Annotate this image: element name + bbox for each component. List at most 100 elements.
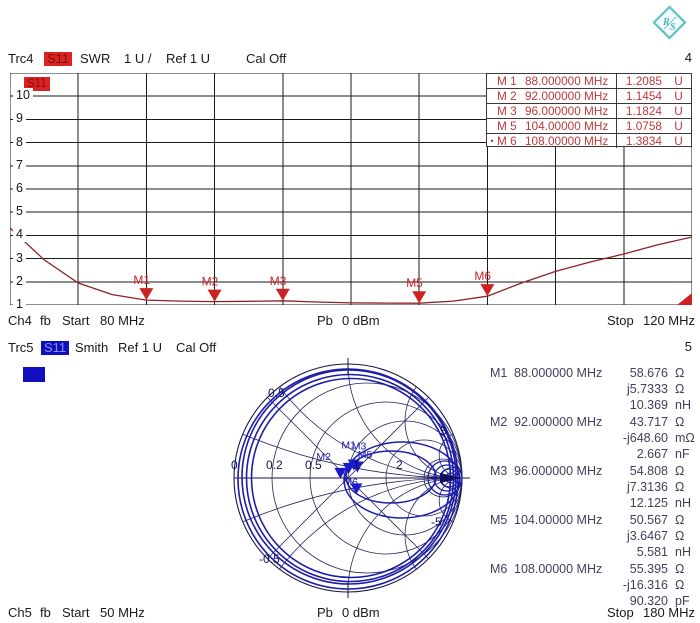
swr-ytick-label: 4 [13,227,26,243]
swr-start-label[interactable]: Start [62,313,89,328]
swr-marker-M5[interactable] [412,291,427,304]
swr-ytick-label: 8 [13,134,26,150]
swr-channel-label[interactable]: Ch4 [8,313,32,328]
marker-unit: Ω [675,578,685,592]
smith-power-value[interactable]: 0 dBm [342,605,380,620]
marker-freq: 92.000000 MHz [525,89,609,103]
rs-logo: R S [650,3,690,43]
marker-unit: U [674,104,683,118]
swr-ytick-label: 10 [13,88,33,104]
marker-value: j7.3136 [626,480,668,494]
svg-text:S: S [670,22,676,33]
marker-value: j5.7333 [626,382,668,396]
marker-freq: 96.000000 MHz [514,464,603,478]
smith-window-number: 5 [684,339,692,354]
swr-stop-value[interactable]: 120 MHz [643,313,695,328]
table-row: M 2 92.000000 MHz 1.1454 U [487,89,691,104]
vna-screen: R S Trc4 S11 SWR 1 U / Ref 1 U Cal Off 4… [0,0,700,623]
smith-axis-label-1: 1 [353,458,360,472]
smith-reactance-label-tr: 5 [440,424,447,438]
swr-trace-name[interactable]: Trc4 [8,51,34,66]
marker-readout-m1: M1 88.000000 MHz 58.676 Ω j5.7333 Ω 10.369 nH [490,365,698,413]
smith-axis-label-0: 0 [231,458,238,472]
marker-value: j3.6467 [626,529,668,543]
smith-start-value[interactable]: 50 MHz [100,605,145,620]
smith-cal-label: Cal Off [176,340,217,355]
swr-marker-label-M2: M2 [202,275,219,289]
marker-unit: U [674,89,683,103]
smith-channel-label[interactable]: Ch5 [8,605,32,620]
swr-ytick-label: 1 [13,297,26,312]
smith-axis-label-0p5: 0.5 [305,458,322,472]
marker-value: 12.125 [629,496,668,510]
table-row: M 3 96.000000 MHz 1.1824 U [487,104,691,119]
smith-stop-value[interactable]: 180 MHz [643,605,695,620]
swr-ytick-label: 5 [13,204,26,220]
smith-trace-color-badge[interactable] [23,367,45,382]
marker-readout-m2: M2 92.000000 MHz 43.717 Ω -j648.60 mΩ 2.667 n… [490,414,698,462]
marker-value: 10.369 [629,398,668,412]
swr-stop-label[interactable]: Stop [607,313,634,328]
swr-marker-M3[interactable] [275,288,290,301]
smith-stop-label[interactable]: Stop [607,605,634,620]
marker-unit: U [674,74,683,88]
swr-format-label[interactable]: SWR [80,51,110,66]
marker-value: 43.717 [629,415,668,429]
swr-pb-label[interactable]: Pb [317,313,333,328]
swr-window-number: 4 [684,50,692,65]
swr-start-value[interactable]: 80 MHz [100,313,145,328]
smith-sparam-badge[interactable]: S11 [41,341,70,355]
marker-value: 1.1824 [616,104,666,118]
marker-name: M1 [490,366,508,380]
marker-freq: 104.00000 MHz [514,513,603,527]
rs-logo-graphic: R S [652,5,687,40]
marker-unit: Ω [675,562,685,576]
swr-marker-label-M1: M1 [133,273,150,287]
marker-unit: U [674,134,683,148]
marker-unit: Ω [675,464,685,478]
swr-marker-M1[interactable] [139,288,154,301]
marker-value: 50.567 [629,513,668,527]
marker-readout-m5: M5 104.00000 MHz 50.567 Ω j3.6467 Ω 5.581 nH [490,512,698,560]
smith-plot-area: M1M2M3M5M6 [233,358,470,598]
marker-value: 55.395 [629,562,668,576]
marker-name: M 3 [497,104,517,118]
swr-power-value[interactable]: 0 dBm [342,313,380,328]
marker-freq: 96.000000 MHz [525,104,609,118]
smith-axis-label-0p2: 0.2 [266,458,283,472]
table-row: • M 6 108.00000 MHz 1.3834 U [487,134,691,148]
smith-start-label[interactable]: Start [62,605,89,620]
smith-reactance-label-bl: -0.5 [259,552,280,566]
marker-value: 1.2085 [616,74,666,88]
marker-value: 1.0758 [616,119,666,133]
smith-fb-label: fb [40,605,51,620]
marker-active-bullet: • [490,136,494,146]
swr-ref-label[interactable]: Ref 1 U [166,51,210,66]
marker-name: M 6 [497,134,517,148]
smith-pb-label[interactable]: Pb [317,605,333,620]
swr-marker-label-M6: M6 [474,269,491,283]
smith-reactance-label-tl: 0.5 [268,386,285,400]
smith-ref-label[interactable]: Ref 1 U [118,340,162,355]
marker-name: M5 [490,513,508,527]
swr-ytick-label: 7 [13,157,26,173]
marker-unit: nH [675,545,691,559]
marker-freq: 104.00000 MHz [525,119,609,133]
marker-value: 54.808 [629,464,668,478]
swr-marker-label-M5: M5 [406,276,423,290]
smith-format-label[interactable]: Smith [75,340,108,355]
swr-ytick-label: 3 [13,250,26,266]
marker-unit: nH [675,398,691,412]
smith-reactance-label-br: -5 [431,515,442,529]
marker-value: 58.676 [629,366,668,380]
marker-value: 1.3834 [616,134,666,148]
table-row: M 5 104.00000 MHz 1.0758 U [487,119,691,134]
swr-marker-M2[interactable] [207,289,222,302]
marker-name: M 1 [497,74,517,88]
swr-sparam-badge[interactable]: S11 [44,52,73,66]
smith-trace-name[interactable]: Trc5 [8,340,34,355]
marker-unit: Ω [675,480,685,494]
marker-unit: Ω [675,415,685,429]
svg-text:R: R [662,17,670,28]
swr-scale-label[interactable]: 1 U / [124,51,151,66]
